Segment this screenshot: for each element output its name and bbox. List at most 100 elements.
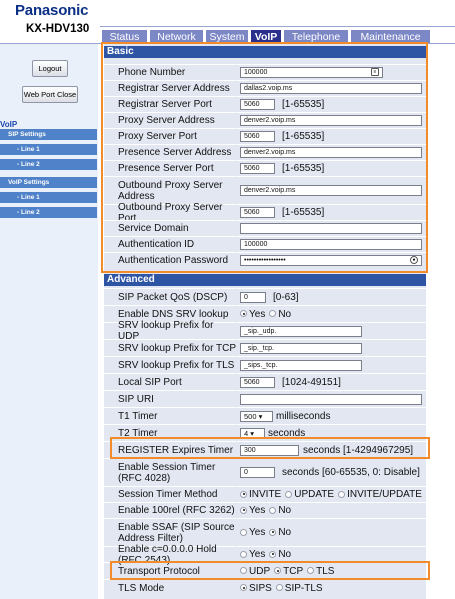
100rel-yes-option[interactable]: Yes <box>240 505 265 516</box>
local-sip-port-range-hint: [1024-49151] <box>282 376 341 388</box>
presence-server-address-input[interactable]: denver2.voip.ms <box>240 147 422 158</box>
sidebar-item-voip-settings[interactable]: VoIP Settings <box>0 177 97 188</box>
registrar-port-range-hint: [1-65535] <box>282 99 325 110</box>
proxy-server-address-input[interactable]: denver2.voip.ms <box>240 115 422 126</box>
session-method-update-option[interactable]: UPDATE <box>285 489 334 500</box>
tab-maintenance[interactable]: Maintenance <box>351 30 430 44</box>
tls-mode-sips-option[interactable]: SIPS <box>240 583 272 594</box>
transport-tcp-option[interactable]: TCP <box>274 566 303 577</box>
sidebar-voip-heading: VoIP <box>0 120 18 129</box>
tab-bar: Status Network System VoIP Telephone Mai… <box>100 26 455 44</box>
value-authentication-password: ••••••••••••••••• ● <box>237 252 426 268</box>
registrar-server-address-input[interactable]: dallas2.voip.ms <box>240 83 422 94</box>
tab-telephone[interactable]: Telephone <box>284 30 348 44</box>
label-phone-number: Phone Number <box>104 64 236 80</box>
sidebar-item-sip-line-1[interactable]: - Line 1 <box>0 144 97 155</box>
label-proxy-server-port: Proxy Server Port <box>104 128 236 144</box>
radio-icon <box>240 490 247 498</box>
sidebar-item-sip-line-2[interactable]: - Line 2 <box>0 159 97 170</box>
ssaf-no-option[interactable]: No <box>269 527 291 538</box>
logout-button[interactable]: Logout <box>32 60 68 77</box>
model-name: KX-HDV130 <box>26 23 90 35</box>
t1-timer-selected: 500 <box>244 411 257 421</box>
value-outbound-proxy-server-address: denver2.voip.ms <box>237 176 426 204</box>
session-method-invite-option[interactable]: INVITE <box>240 489 281 500</box>
transport-udp-option[interactable]: UDP <box>240 566 270 577</box>
srv-prefix-tcp-input[interactable]: _sip._tcp. <box>240 342 362 354</box>
radio-icon <box>269 528 277 536</box>
label-t2-timer: T2 Timer <box>104 424 236 441</box>
option-label: SIPS <box>249 582 272 594</box>
radio-icon <box>275 584 283 592</box>
t1-timer-select[interactable]: 500 ▾ <box>240 410 273 422</box>
radio-icon <box>240 528 247 536</box>
session-timer-range-hint: seconds [60-65535, 0: Disable] <box>282 467 420 478</box>
value-tls-mode: SIPS SIP-TLS <box>237 579 426 596</box>
register-expires-range-hint: seconds [1-4294967295] <box>303 444 414 456</box>
value-srv-prefix-tcp: _sip._tcp. <box>237 339 426 356</box>
option-label: TLS <box>316 565 335 577</box>
label-t1-timer: T1 Timer <box>104 407 236 424</box>
value-enable-ssaf: Yes No <box>237 518 426 546</box>
presence-server-port-input[interactable]: 5060 <box>240 163 275 174</box>
label-enable-100rel: Enable 100rel (RFC 3262) <box>104 502 236 518</box>
ssaf-yes-option[interactable]: Yes <box>240 527 265 538</box>
label-session-timer-method: Session Timer Method <box>104 486 236 502</box>
value-sip-packet-qos: 0 [0-63] <box>237 288 426 305</box>
tab-system[interactable]: System <box>206 30 248 44</box>
tab-status[interactable]: Status <box>102 30 147 44</box>
web-port-close-button[interactable]: Web Port Close <box>22 86 78 103</box>
value-proxy-server-address: denver2.voip.ms <box>237 112 426 128</box>
local-sip-port-input[interactable]: 5060 <box>240 376 275 388</box>
option-label: No <box>278 549 292 560</box>
outbound-proxy-server-port-input[interactable]: 5060 <box>240 207 275 218</box>
sidebar-item-sip-settings[interactable]: SIP Settings <box>0 129 97 140</box>
authentication-id-input[interactable]: 100000 <box>240 239 422 250</box>
srv-prefix-udp-input[interactable]: _sip._udp. <box>240 325 362 337</box>
label-service-domain: Service Domain <box>104 220 236 236</box>
sidebar-item-voip-line-2[interactable]: - Line 2 <box>0 207 97 218</box>
value-transport-protocol: UDP TCP TLS <box>237 562 426 579</box>
t1-timer-unit: milliseconds <box>276 410 331 422</box>
password-mask: ••••••••••••••••• <box>244 257 286 264</box>
value-presence-server-address: denver2.voip.ms <box>237 144 426 160</box>
100rel-no-option[interactable]: No <box>269 505 291 516</box>
label-proxy-server-address: Proxy Server Address <box>104 112 236 128</box>
phone-number-input[interactable]: 100000 ≡ <box>240 67 383 78</box>
radio-icon <box>274 567 282 575</box>
qos-range-hint: [0-63] <box>273 291 299 303</box>
label-outbound-proxy-server-port: Outbound Proxy Server Port <box>104 202 236 224</box>
value-enable-session-timer: 0 seconds [60-65535, 0: Disable] <box>237 458 426 486</box>
option-label: No <box>278 308 292 320</box>
phone-number-text: 100000 <box>244 69 268 76</box>
value-session-timer-method: INVITE UPDATE INVITE/UPDATE <box>237 486 426 502</box>
t2-timer-select[interactable]: 4 ▾ <box>240 427 265 439</box>
transport-tls-option[interactable]: TLS <box>307 566 334 577</box>
sip-uri-input[interactable] <box>240 393 422 405</box>
session-timer-input[interactable]: 0 <box>240 467 275 478</box>
dns-srv-yes-option[interactable]: Yes <box>240 309 265 320</box>
value-enable-c-hold: Yes No <box>237 546 426 562</box>
c-hold-no-option[interactable]: No <box>269 549 291 560</box>
tab-network[interactable]: Network <box>150 30 203 44</box>
proxy-server-port-input[interactable]: 5060 <box>240 131 275 142</box>
session-method-invite-update-option[interactable]: INVITE/UPDATE <box>338 489 422 500</box>
label-sip-uri: SIP URI <box>104 390 236 407</box>
registrar-server-port-input[interactable]: 5060 <box>240 99 275 110</box>
dns-srv-no-option[interactable]: No <box>269 309 291 320</box>
tls-mode-sip-tls-option[interactable]: SIP-TLS <box>275 583 323 594</box>
service-domain-input[interactable] <box>240 223 422 234</box>
value-registrar-server-address: dallas2.voip.ms <box>237 80 426 96</box>
value-local-sip-port: 5060 [1024-49151] <box>237 373 426 390</box>
eye-icon[interactable]: ● <box>410 256 418 264</box>
authentication-password-input[interactable]: ••••••••••••••••• ● <box>240 255 422 266</box>
c-hold-yes-option[interactable]: Yes <box>240 549 265 560</box>
outbound-proxy-server-address-input[interactable]: denver2.voip.ms <box>240 185 422 196</box>
srv-prefix-tls-input[interactable]: _sips._tcp. <box>240 359 362 371</box>
sidebar-item-voip-line-1[interactable]: - Line 1 <box>0 192 97 203</box>
tab-voip[interactable]: VoIP <box>251 30 281 44</box>
value-t1-timer: 500 ▾ milliseconds <box>237 407 426 424</box>
register-expires-timer-input[interactable]: 300 <box>240 444 299 456</box>
sip-packet-qos-input[interactable]: 0 <box>240 291 266 303</box>
radio-icon <box>240 310 247 318</box>
